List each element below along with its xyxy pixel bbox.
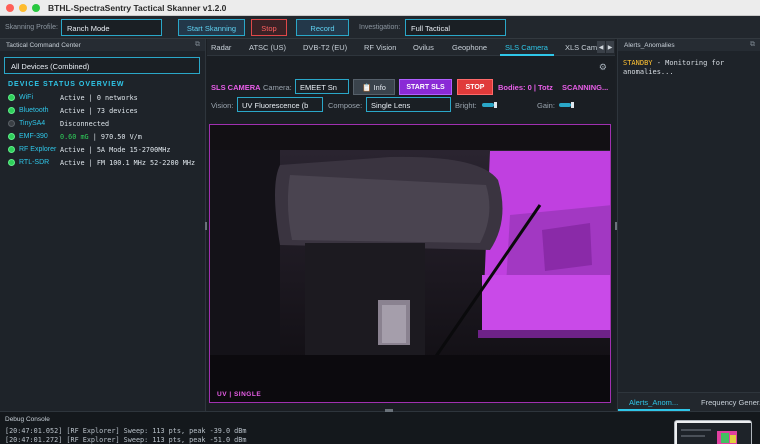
tab-ovilus[interactable]: Ovilus — [413, 43, 434, 52]
info-label: Info — [373, 83, 386, 92]
main-toolbar: Skanning Profile: Ranch Mode Start Skann… — [0, 16, 760, 39]
compose-select[interactable]: Single Lens — [366, 97, 451, 112]
brightness-slider[interactable] — [482, 102, 497, 108]
tab-rf-vision[interactable]: RF Vision — [364, 43, 396, 52]
preview-thumbnail[interactable] — [674, 420, 752, 444]
gear-icon[interactable]: ⚙ — [599, 62, 607, 73]
status-indicator-icon — [8, 94, 15, 101]
tab-atsc[interactable]: ATSC (US) — [249, 43, 286, 52]
device-status-title: DEVICE STATUS OVERVIEW — [8, 81, 125, 88]
active-tab-indicator — [500, 54, 554, 56]
record-button[interactable]: Record — [296, 19, 349, 36]
profile-select[interactable]: Ranch Mode — [61, 19, 162, 36]
device-status: Active | 0 networks — [60, 94, 138, 102]
tab-radar[interactable]: Radar — [211, 43, 231, 52]
tactical-command-panel: Tactical Command Center ⧉ All Devices (C… — [0, 39, 206, 411]
preview-image — [677, 423, 751, 444]
console-title: Debug Console — [5, 416, 50, 423]
alerts-panel: Alerts_Anomalies ⧉ STANDBY - Monitoring … — [617, 39, 760, 411]
emf-reading: 0.60 mG — [60, 133, 89, 141]
tab-frequency-generator[interactable]: Frequency Gener... — [701, 398, 760, 407]
start-sls-button[interactable]: START SLS — [399, 79, 452, 95]
tab-geophone[interactable]: Geophone — [452, 43, 487, 52]
tab-sls-camera[interactable]: SLS Camera — [505, 43, 548, 52]
main-view: Radar ATSC (US) DVB-T2 (EU) RF Vision Ov… — [207, 39, 615, 411]
panel-title: Tactical Command Center — [6, 42, 81, 49]
alerts-log: STANDBY - Monitoring for anomalies... — [623, 59, 757, 77]
investigation-select[interactable]: Full Tactical — [405, 19, 506, 36]
tab-alerts-anomalies[interactable]: Alerts_Anom... — [629, 398, 678, 407]
gain-slider[interactable] — [559, 102, 574, 108]
zoom-window-button[interactable] — [32, 4, 40, 12]
investigation-label: Investigation: — [359, 24, 401, 31]
panel-float-icon[interactable]: ⧉ — [750, 41, 755, 49]
console-line: [20:47:01.052] [RF Explorer] Sweep: 113 … — [5, 427, 247, 435]
tab-scroll-right-icon[interactable]: ▶ — [606, 41, 614, 53]
device-status: Active | 5A Mode 15-2700MHz — [60, 146, 171, 154]
compose-label: Compose: — [328, 101, 363, 110]
status-indicator-icon — [8, 159, 15, 166]
camera-label: Camera: — [263, 83, 292, 92]
right-panel-tabs: Alerts_Anom... Frequency Gener... — [618, 392, 760, 411]
gain-label: Gain: — [537, 101, 555, 110]
stop-button[interactable]: Stop — [251, 19, 287, 36]
camera-feed: UV | SINGLE — [209, 124, 611, 403]
device-filter-select[interactable]: All Devices (Combined) — [4, 57, 200, 74]
tab-xls-camera[interactable]: XLS Cam — [565, 43, 597, 52]
alerts-header: Alerts_Anomalies ⧉ — [618, 39, 760, 51]
profile-label: Skanning Profile: — [5, 24, 58, 31]
camera-select[interactable]: EMEET Sn — [295, 79, 349, 94]
camera-feed-image — [210, 125, 610, 402]
vision-select[interactable]: UV Fluorescence (b — [237, 97, 323, 112]
device-status: Disconnected — [60, 120, 110, 128]
alerts-title: Alerts_Anomalies — [624, 42, 675, 49]
emf-voltage: | 970.50 V/m — [88, 133, 142, 141]
minimize-window-button[interactable] — [19, 4, 27, 12]
close-window-button[interactable] — [6, 4, 14, 12]
vision-mode-overlay: UV | SINGLE — [217, 391, 262, 398]
stop-sls-button[interactable]: STOP — [457, 79, 493, 95]
window-title: BTHL-SpectraSentry Tactical Skanner v1.2… — [48, 3, 227, 13]
status-indicator-icon — [8, 133, 15, 140]
info-icon: 📋 — [362, 83, 372, 92]
panel-header: Tactical Command Center ⧉ — [0, 39, 205, 51]
status-indicator-icon — [8, 146, 15, 153]
device-status: Active | 73 devices — [60, 107, 138, 115]
status-indicator-icon — [8, 107, 15, 114]
bodies-counter: Bodies: 0 | Totz — [498, 83, 553, 92]
debug-console: Debug Console [20:47:01.052] [RF Explore… — [0, 411, 760, 444]
bright-label: Bright: — [455, 101, 477, 110]
vision-label: Vision: — [211, 101, 234, 110]
title-bar: BTHL-SpectraSentry Tactical Skanner v1.2… — [0, 0, 760, 16]
console-splitter-handle[interactable] — [385, 409, 393, 412]
device-status: Active | FM 100.1 MHz 52-2200 MHz — [60, 159, 196, 167]
sls-camera-title: SLS CAMERA — [211, 83, 261, 92]
status-indicator-icon — [8, 120, 15, 127]
console-line: [20:47:01.272] [RF Explorer] Sweep: 113 … — [5, 436, 247, 444]
view-tabs: Radar ATSC (US) DVB-T2 (EU) RF Vision Ov… — [207, 39, 615, 56]
standby-status: STANDBY — [623, 59, 653, 67]
scanning-status: SCANNING... — [562, 83, 609, 92]
start-skanning-button[interactable]: Start Skanning — [178, 19, 245, 36]
tab-dvb-t2[interactable]: DVB-T2 (EU) — [303, 43, 347, 52]
device-status: 0.60 mG | 970.50 V/m — [60, 133, 210, 142]
panel-float-icon[interactable]: ⧉ — [195, 41, 200, 49]
tab-scroll-left-icon[interactable]: ◀ — [597, 41, 605, 53]
info-button[interactable]: 📋 Info — [353, 79, 395, 95]
